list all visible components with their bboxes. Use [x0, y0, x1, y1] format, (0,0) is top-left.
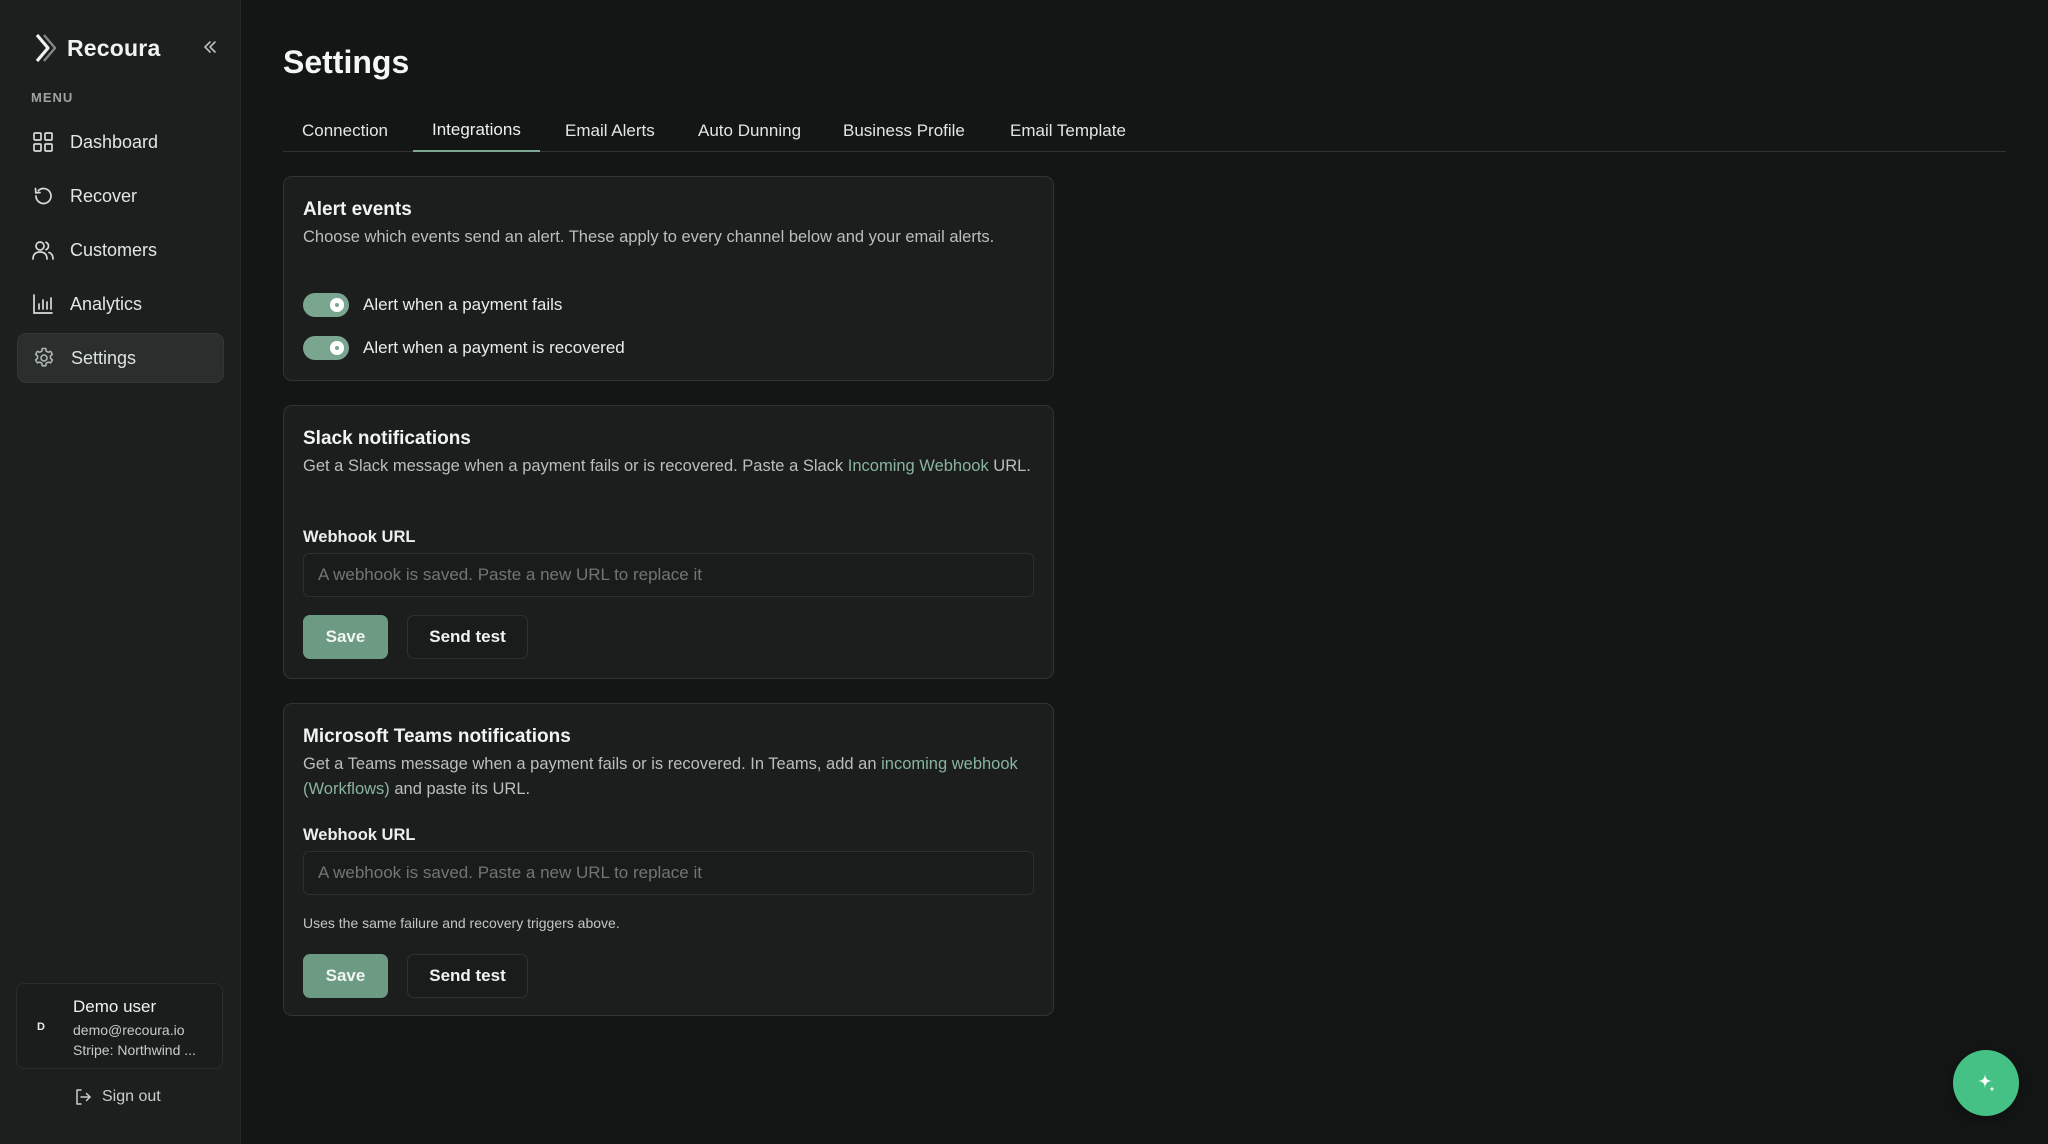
brand-name: Recoura [67, 34, 161, 61]
user-email: demo@recoura.io [73, 1022, 185, 1038]
sign-out-icon [76, 1089, 91, 1105]
teams-description: Get a Teams message when a payment fails… [303, 752, 1033, 802]
sidebar-item-label: Customers [70, 239, 158, 260]
users-icon [31, 238, 55, 262]
teams-send-test-button[interactable]: Send test [407, 954, 528, 998]
bar-chart-icon [31, 292, 55, 316]
sidebar-nav: Dashboard Recover Customers Analytics Se… [17, 117, 224, 387]
user-stripe-account: Stripe: Northwind ... [73, 1042, 196, 1058]
toggle-payment-recovered[interactable]: Alert when a payment is recovered [303, 335, 625, 361]
alert-events-description: Choose which events send an alert. These… [303, 228, 995, 246]
sidebar-item-label: Dashboard [70, 131, 159, 152]
avatar: D [37, 1021, 45, 1033]
tab-email-alerts[interactable]: Email Alerts [546, 110, 674, 152]
payment-fails-switch[interactable] [303, 293, 349, 317]
payment-recovered-switch[interactable] [303, 336, 349, 360]
slack-send-test-button[interactable]: Send test [407, 615, 528, 659]
teams-desc-text: Get a Teams message when a payment fails… [303, 755, 882, 773]
app-root: Recoura MENU Dashboard Recover Customers… [0, 0, 2048, 1144]
slack-webhook-input[interactable] [303, 553, 1034, 597]
sidebar-item-label: Settings [71, 347, 137, 368]
tab-email-template[interactable]: Email Template [991, 110, 1145, 152]
assistant-fab-button[interactable] [1953, 1050, 2019, 1116]
tab-integrations[interactable]: Integrations [413, 110, 540, 152]
sidebar-item-settings[interactable]: Settings [17, 333, 224, 383]
grid-icon [31, 130, 55, 154]
gear-icon [32, 346, 56, 370]
sidebar-item-recover[interactable]: Recover [17, 171, 224, 221]
tab-business-profile[interactable]: Business Profile [824, 110, 984, 152]
settings-tabs: Connection Integrations Email Alerts Aut… [283, 110, 2006, 152]
slack-save-button[interactable]: Save [303, 615, 388, 659]
chevrons-left-icon [204, 41, 216, 53]
sidebar: Recoura MENU Dashboard Recover Customers… [0, 0, 241, 1144]
incoming-webhook-link[interactable]: Incoming Webhook [848, 457, 989, 475]
menu-label: MENU [31, 90, 74, 105]
teams-notifications-card: Microsoft Teams notifications Get a Team… [283, 703, 1054, 1016]
toggle-label: Alert when a payment fails [363, 295, 563, 314]
sparkle-icon [1978, 1074, 1995, 1092]
alert-events-title: Alert events [303, 199, 412, 220]
slack-notifications-card: Slack notifications Get a Slack message … [283, 405, 1054, 679]
page-title: Settings [283, 44, 410, 80]
toggle-label: Alert when a payment is recovered [363, 338, 625, 357]
teams-title: Microsoft Teams notifications [303, 726, 571, 747]
slack-desc-text: Get a Slack message when a payment fails… [303, 457, 848, 475]
refresh-icon [31, 184, 55, 208]
teams-save-button[interactable]: Save [303, 954, 388, 998]
slack-webhook-label: Webhook URL [303, 528, 416, 546]
slack-title: Slack notifications [303, 428, 471, 449]
tab-auto-dunning[interactable]: Auto Dunning [679, 110, 820, 152]
alert-events-card: Alert events Choose which events send an… [283, 176, 1054, 381]
sign-out-button[interactable]: Sign out [74, 1085, 161, 1109]
user-card[interactable]: D Demo user demo@recoura.io Stripe: Nort… [16, 983, 223, 1069]
brand[interactable]: Recoura [34, 32, 160, 64]
tab-connection[interactable]: Connection [283, 110, 407, 152]
sign-out-label: Sign out [102, 1088, 161, 1105]
teams-webhook-input[interactable] [303, 851, 1034, 895]
sidebar-item-analytics[interactable]: Analytics [17, 279, 224, 329]
teams-webhook-label: Webhook URL [303, 826, 416, 844]
sidebar-item-customers[interactable]: Customers [17, 225, 224, 275]
toggle-payment-fails[interactable]: Alert when a payment fails [303, 292, 562, 318]
brand-logo-icon [35, 33, 57, 63]
sidebar-item-label: Recover [70, 185, 138, 206]
user-name: Demo user [73, 997, 157, 1016]
collapse-sidebar-button[interactable] [198, 35, 222, 59]
sidebar-item-dashboard[interactable]: Dashboard [17, 117, 224, 167]
teams-helper-text: Uses the same failure and recovery trigg… [303, 915, 620, 931]
slack-desc-text-end: URL. [988, 457, 1031, 475]
slack-description: Get a Slack message when a payment fails… [303, 454, 1033, 479]
teams-desc-text-end: and paste its URL. [389, 780, 531, 798]
sidebar-item-label: Analytics [70, 293, 143, 314]
